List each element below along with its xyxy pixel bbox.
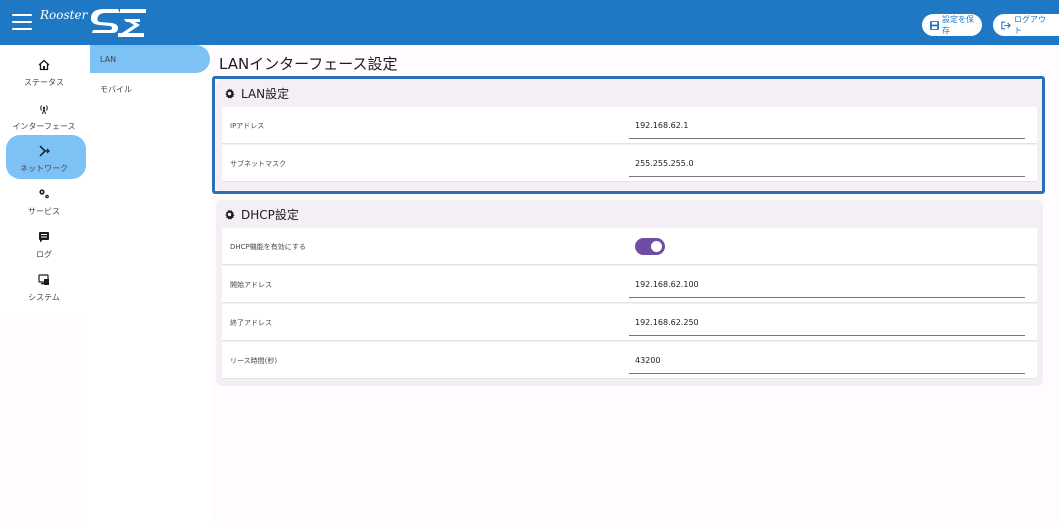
sub-navigation: LAN モバイル	[88, 45, 212, 522]
start-address-row: 開始アドレス 192.168.62.100	[222, 266, 1037, 303]
lease-time-value: 43200	[635, 356, 661, 365]
logo: Rooster	[40, 6, 150, 40]
lease-time-row: リース時間(秒) 43200	[222, 342, 1037, 379]
dhcp-enable-toggle[interactable]	[635, 238, 665, 255]
page-title: LANインターフェース設定	[219, 55, 398, 73]
subnav-item-mobile[interactable]: モバイル	[90, 75, 210, 103]
rail-item-system[interactable]: システム	[0, 268, 88, 303]
rail-item-status[interactable]: ステータス	[0, 53, 88, 88]
top-app-bar: Rooster 設定を保存 ログアウト	[0, 0, 1059, 45]
dhcp-enable-row: DHCP機能を有効にする	[222, 228, 1037, 265]
gears-icon	[16, 182, 72, 206]
rail-item-log[interactable]: ログ	[0, 225, 88, 260]
rail-item-service-label: サービス	[28, 207, 60, 216]
rail-item-network[interactable]: ネットワーク	[0, 139, 88, 174]
gear-icon	[224, 208, 235, 220]
message-icon	[16, 225, 72, 249]
end-address-field[interactable]: 192.168.62.250	[629, 310, 1025, 336]
lan-card-highlight	[212, 76, 1045, 194]
end-address-row: 終了アドレス 192.168.62.250	[222, 304, 1037, 341]
logo-text: Rooster	[40, 8, 88, 22]
rail-item-status-label: ステータス	[24, 78, 64, 87]
network-icon	[16, 139, 72, 163]
logo-se-mark	[90, 9, 146, 37]
dhcp-settings-title-text: DHCP設定	[241, 207, 299, 222]
subnav-item-mobile-label: モバイル	[100, 84, 132, 94]
rail-item-interface-label: インターフェース	[12, 122, 76, 131]
navigation-rail: ステータス インターフェース ネットワーク サービス ログ システム	[0, 45, 88, 312]
subnav-item-lan-label: LAN	[100, 54, 117, 64]
dhcp-settings-card: DHCP設定 DHCP機能を有効にする 開始アドレス 192.168.62.10…	[216, 200, 1043, 386]
rail-item-network-label: ネットワーク	[20, 164, 68, 173]
start-address-label: 開始アドレス	[230, 281, 272, 289]
subnav-item-lan[interactable]: LAN	[90, 45, 210, 73]
end-address-label: 終了アドレス	[230, 319, 272, 327]
dhcp-enable-label: DHCP機能を有効にする	[230, 243, 306, 251]
rail-item-interface[interactable]: インターフェース	[0, 97, 88, 132]
logout-label: ログアウト	[1014, 15, 1046, 35]
save-settings-button[interactable]: 設定を保存	[922, 14, 982, 36]
antenna-icon	[16, 97, 72, 121]
lease-time-field[interactable]: 43200	[629, 348, 1025, 374]
rail-item-system-label: システム	[28, 293, 60, 302]
logout-icon	[1001, 21, 1011, 30]
rail-item-log-label: ログ	[36, 250, 52, 259]
home-icon	[16, 53, 72, 77]
lease-time-label: リース時間(秒)	[230, 357, 278, 365]
logout-button[interactable]: ログアウト	[993, 14, 1059, 36]
end-address-value: 192.168.62.250	[635, 318, 699, 327]
save-settings-label: 設定を保存	[942, 15, 974, 35]
start-address-value: 192.168.62.100	[635, 280, 699, 289]
start-address-field[interactable]: 192.168.62.100	[629, 272, 1025, 298]
dhcp-settings-title: DHCP設定	[224, 200, 299, 228]
menu-icon[interactable]	[12, 14, 32, 30]
toggle-knob	[651, 241, 662, 252]
system-icon	[16, 268, 72, 292]
rail-item-service[interactable]: サービス	[0, 182, 88, 217]
save-icon	[930, 20, 939, 30]
